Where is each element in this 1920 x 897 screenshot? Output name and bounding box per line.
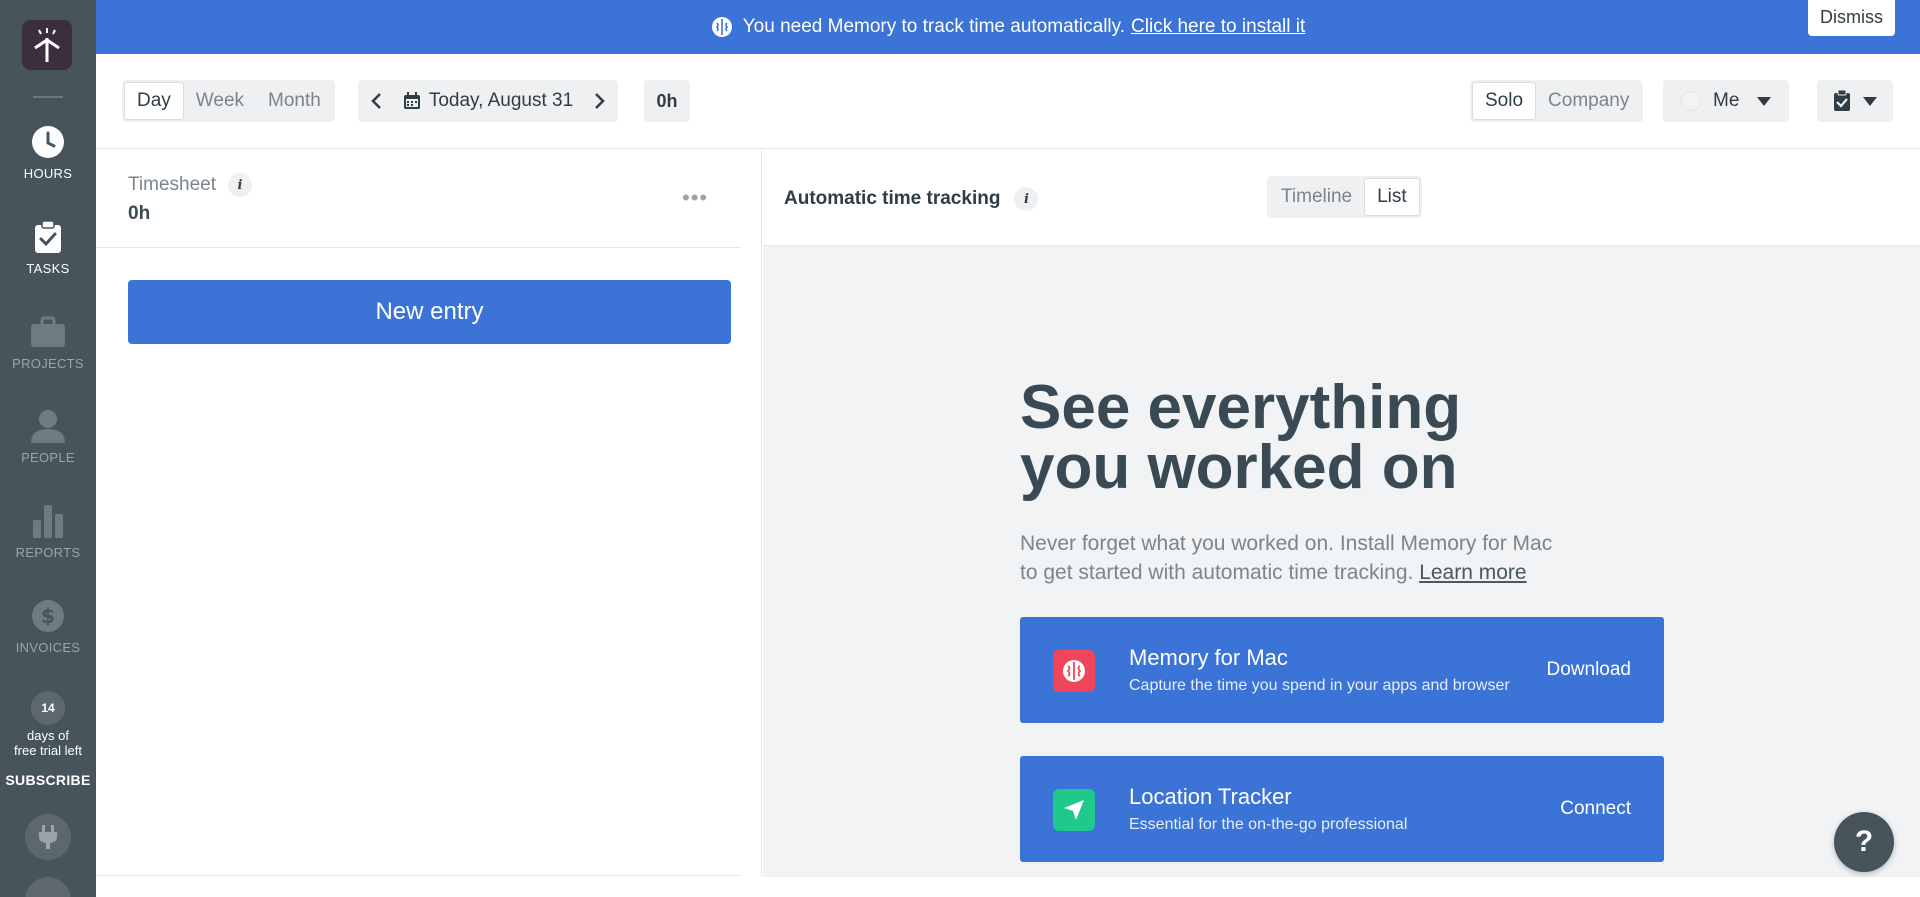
- timesheet-header: Timesheet i 0h •••: [96, 149, 741, 248]
- date-picker[interactable]: Today, August 31: [394, 90, 582, 112]
- view-timeline[interactable]: Timeline: [1269, 178, 1364, 216]
- task-menu-button[interactable]: [1817, 80, 1893, 122]
- info-icon[interactable]: i: [1014, 187, 1039, 211]
- location-card: Location Tracker Essential for the on-th…: [1020, 756, 1664, 862]
- bar-chart-icon: [33, 505, 63, 538]
- dollar-icon: $: [32, 600, 64, 632]
- trial-text-line: free trial left: [14, 743, 82, 758]
- caret-down-icon: [1863, 96, 1877, 106]
- trial-days-badge: 14: [31, 691, 65, 725]
- sidebar-item-label: PEOPLE: [21, 450, 75, 465]
- trial-text: days of free trial left: [0, 728, 96, 758]
- range-day[interactable]: Day: [124, 82, 184, 120]
- sidebar-item-label: INVOICES: [15, 640, 81, 655]
- chevron-right-icon: [595, 93, 605, 109]
- app-logo[interactable]: [22, 20, 72, 70]
- sidebar-item-label: TASKS: [26, 261, 70, 276]
- sidebar-item-people[interactable]: PEOPLE: [0, 408, 96, 465]
- description-line: Never forget what you worked on. Install…: [1020, 532, 1553, 555]
- task-check-icon: [1834, 90, 1850, 111]
- sidebar-item-reports[interactable]: REPORTS: [0, 503, 96, 560]
- view-list[interactable]: List: [1364, 178, 1420, 216]
- chevron-left-icon: [371, 93, 381, 109]
- banner-message: You need Memory to track time automatica…: [742, 16, 1126, 37]
- user-selector[interactable]: Me: [1663, 80, 1789, 122]
- trial-text-line: days of: [27, 728, 69, 743]
- view-switcher: Timeline List: [1267, 176, 1422, 218]
- task-check-icon: [35, 220, 61, 253]
- scope-switcher: Solo Company: [1470, 80, 1644, 122]
- tracking-header: Automatic time tracking i Timeline List: [763, 149, 1920, 246]
- profile-button[interactable]: [25, 877, 71, 897]
- sidebar-item-label: REPORTS: [15, 545, 81, 560]
- install-link[interactable]: Click here to install it: [1131, 16, 1305, 38]
- download-button[interactable]: Download: [1547, 659, 1632, 681]
- hero-description: Never forget what you worked on. Install…: [1020, 529, 1600, 587]
- divider: [96, 875, 741, 876]
- sidebar-item-label: PROJECTS: [12, 356, 84, 371]
- sidebar-item-invoices[interactable]: $ INVOICES: [0, 598, 96, 655]
- scope-solo[interactable]: Solo: [1472, 82, 1537, 120]
- location-arrow-icon: [1053, 789, 1095, 831]
- tracking-title: Automatic time tracking i: [784, 187, 1039, 211]
- more-options-icon[interactable]: •••: [682, 185, 708, 211]
- card-subtitle: Capture the time you spend in your apps …: [1129, 677, 1510, 694]
- timesheet-total: 0h: [128, 203, 151, 224]
- timesheet-title: Timesheet i: [128, 173, 252, 197]
- next-day-button[interactable]: [582, 92, 618, 110]
- briefcase-icon: [31, 316, 65, 347]
- scope-company[interactable]: Company: [1536, 82, 1641, 120]
- card-title: Location Tracker: [1129, 784, 1292, 809]
- sidebar-item-projects[interactable]: PROJECTS: [0, 314, 96, 371]
- hero-line: you worked on: [1020, 433, 1458, 502]
- tracking-body: See everything you worked on Never forge…: [763, 246, 1920, 877]
- install-banner: You need Memory to track time automatica…: [96, 0, 1920, 54]
- day-total: 0h: [644, 80, 690, 122]
- sidebar-item-tasks[interactable]: TASKS: [0, 219, 96, 276]
- person-icon: [31, 410, 65, 443]
- hero-line: See everything: [1020, 373, 1462, 442]
- info-icon[interactable]: i: [228, 173, 252, 197]
- previous-day-button[interactable]: [358, 92, 394, 110]
- sidebar-item-label: HOURS: [23, 166, 73, 181]
- sidebar: HOURS TASKS PROJECTS PEOPLE REPORTS $ IN…: [0, 0, 96, 897]
- clock-icon: [32, 126, 64, 158]
- brain-icon: [1053, 650, 1095, 692]
- card-title: Memory for Mac: [1129, 645, 1288, 670]
- memory-card: Memory for Mac Capture the time you spen…: [1020, 617, 1664, 723]
- calendar-icon: [403, 92, 420, 109]
- date-label: Today, August 31: [428, 90, 574, 111]
- learn-more-link[interactable]: Learn more: [1419, 561, 1526, 584]
- svg-text:$: $: [41, 604, 55, 628]
- date-navigator: Today, August 31: [358, 80, 618, 122]
- tracking-title-text: Automatic time tracking: [784, 188, 1001, 209]
- user-label: Me: [1713, 90, 1740, 111]
- plug-icon: [39, 825, 57, 849]
- sidebar-item-hours[interactable]: HOURS: [0, 124, 96, 181]
- harvest-logo-icon: [34, 28, 60, 62]
- description-line: to get started with automatic time track…: [1020, 561, 1414, 584]
- hero-heading: See everything you worked on: [1020, 373, 1462, 502]
- new-entry-button[interactable]: New entry: [128, 280, 731, 344]
- range-switcher: Day Week Month: [122, 80, 335, 122]
- avatar: [1681, 91, 1701, 111]
- timesheet-panel: Timesheet i 0h ••• New entry: [96, 149, 762, 877]
- range-month[interactable]: Month: [256, 82, 333, 120]
- help-button[interactable]: ?: [1834, 812, 1894, 872]
- card-subtitle: Essential for the on-the-go professional: [1129, 816, 1408, 833]
- toolbar: Day Week Month Today, August 31 0h Solo …: [96, 54, 1920, 149]
- timesheet-title-text: Timesheet: [128, 174, 216, 195]
- logo-divider: [33, 96, 63, 98]
- brain-icon: [711, 16, 733, 38]
- caret-down-icon: [1757, 96, 1771, 106]
- integrations-button[interactable]: [25, 814, 71, 860]
- subscribe-link[interactable]: SUBSCRIBE: [0, 772, 96, 788]
- connect-button[interactable]: Connect: [1560, 798, 1631, 820]
- range-week[interactable]: Week: [184, 82, 256, 120]
- dismiss-button[interactable]: Dismiss: [1808, 0, 1895, 36]
